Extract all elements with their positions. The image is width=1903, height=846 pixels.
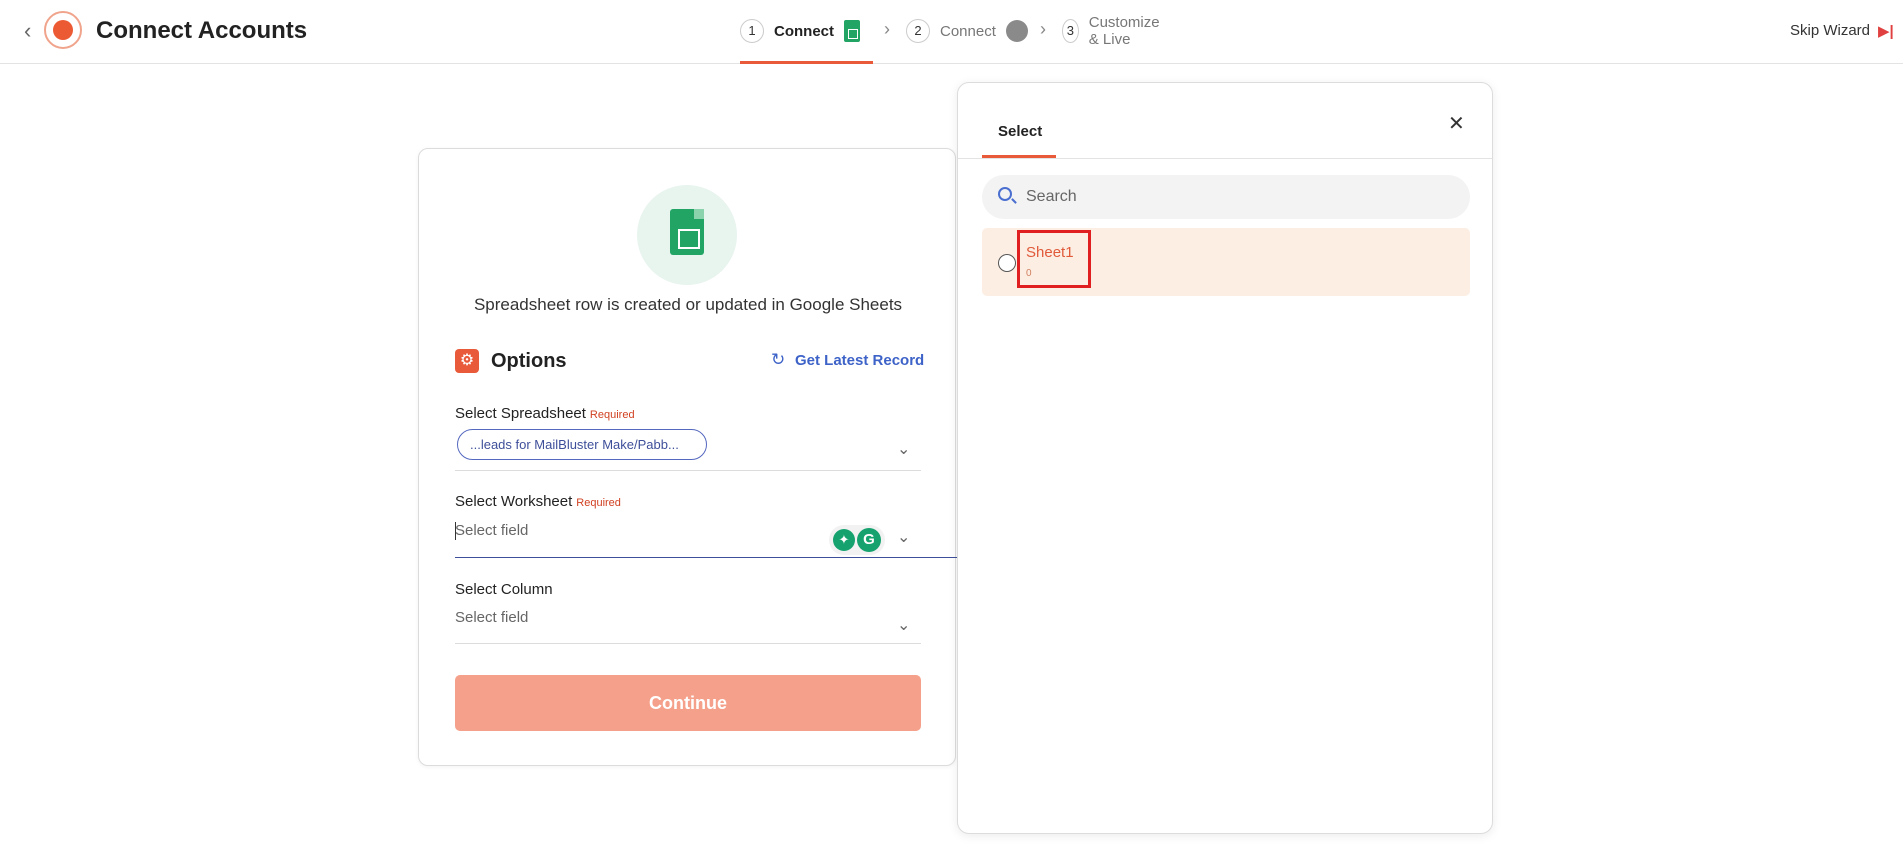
worksheet-select[interactable]: Select field [455,522,528,539]
gear-icon: ⚙ [455,349,479,373]
page-title: Connect Accounts [96,17,308,44]
chevron-left-icon[interactable]: ‹ [24,18,42,44]
search-input[interactable] [1026,175,1456,219]
required-badge: Required [589,409,635,421]
header: ‹ Connect Accounts 1 Connect › 2 Connect… [0,0,1903,64]
plug-icon [44,11,82,49]
item-name: Sheet1 [1026,244,1074,261]
column-label: Select Column [455,581,553,598]
refresh-icon[interactable]: ↻ [771,350,785,370]
close-icon[interactable]: ✕ [1448,111,1465,136]
get-latest-record-button[interactable]: Get Latest Record [795,352,924,369]
google-sheets-icon [637,185,737,285]
search-box [982,175,1470,219]
step-label: Connect [940,22,996,40]
step-label: Customize & Live [1088,14,1160,48]
step-2[interactable]: 2 Connect [906,19,1028,43]
field-label-text: Select Worksheet [455,493,573,510]
skip-wizard-link[interactable]: Skip Wizard [1790,22,1870,39]
required-badge: Required [576,497,621,509]
step-number: 3 [1062,19,1079,43]
search-icon [998,187,1012,201]
tab-select[interactable]: Select [998,123,1042,140]
field-divider-focused [455,557,957,558]
grammarly-idea-icon[interactable]: ✦ [833,529,855,551]
field-divider [455,643,921,644]
worksheet-label: Select Worksheet Required [455,493,621,510]
panel-divider [958,158,1492,159]
chevron-down-icon[interactable]: ⌄ [897,439,910,459]
list-item[interactable]: Sheet1 0 [982,228,1470,296]
select-panel: Select ✕ Sheet1 0 [957,82,1493,834]
chevron-down-icon[interactable]: ⌄ [897,527,910,547]
skip-icon[interactable]: ▶| [1878,22,1894,40]
step-number: 1 [740,19,764,43]
step-number: 2 [906,19,930,43]
chevron-down-icon[interactable]: ⌄ [897,615,910,635]
field-label-text: Select Column [455,581,553,598]
field-divider [455,470,921,471]
column-select[interactable]: Select field [455,609,528,626]
step-label: Connect [774,22,834,40]
active-step-underline [740,61,873,64]
field-label-text: Select Spreadsheet [455,405,586,422]
grammarly-icon[interactable]: G [857,528,881,552]
service-icon [1005,20,1028,42]
continue-button[interactable]: Continue [455,675,921,731]
trigger-options-card: Spreadsheet row is created or updated in… [418,148,957,766]
step-1[interactable]: 1 Connect [740,19,860,43]
spreadsheet-label: Select Spreadsheet Required [455,405,635,422]
spreadsheet-chip[interactable]: ...leads for MailBluster Make/Pabb... [457,429,707,460]
options-title: Options [491,350,567,372]
google-sheets-icon [844,20,860,42]
step-3[interactable]: 3 Customize & Live [1062,14,1167,48]
item-count: 0 [1026,268,1032,279]
text-caret [455,522,456,540]
trigger-description: Spreadsheet row is created or updated in… [473,295,903,314]
radio-button[interactable] [998,254,1016,272]
chevron-right-icon: › [1040,19,1046,39]
chevron-right-icon: › [884,19,890,39]
